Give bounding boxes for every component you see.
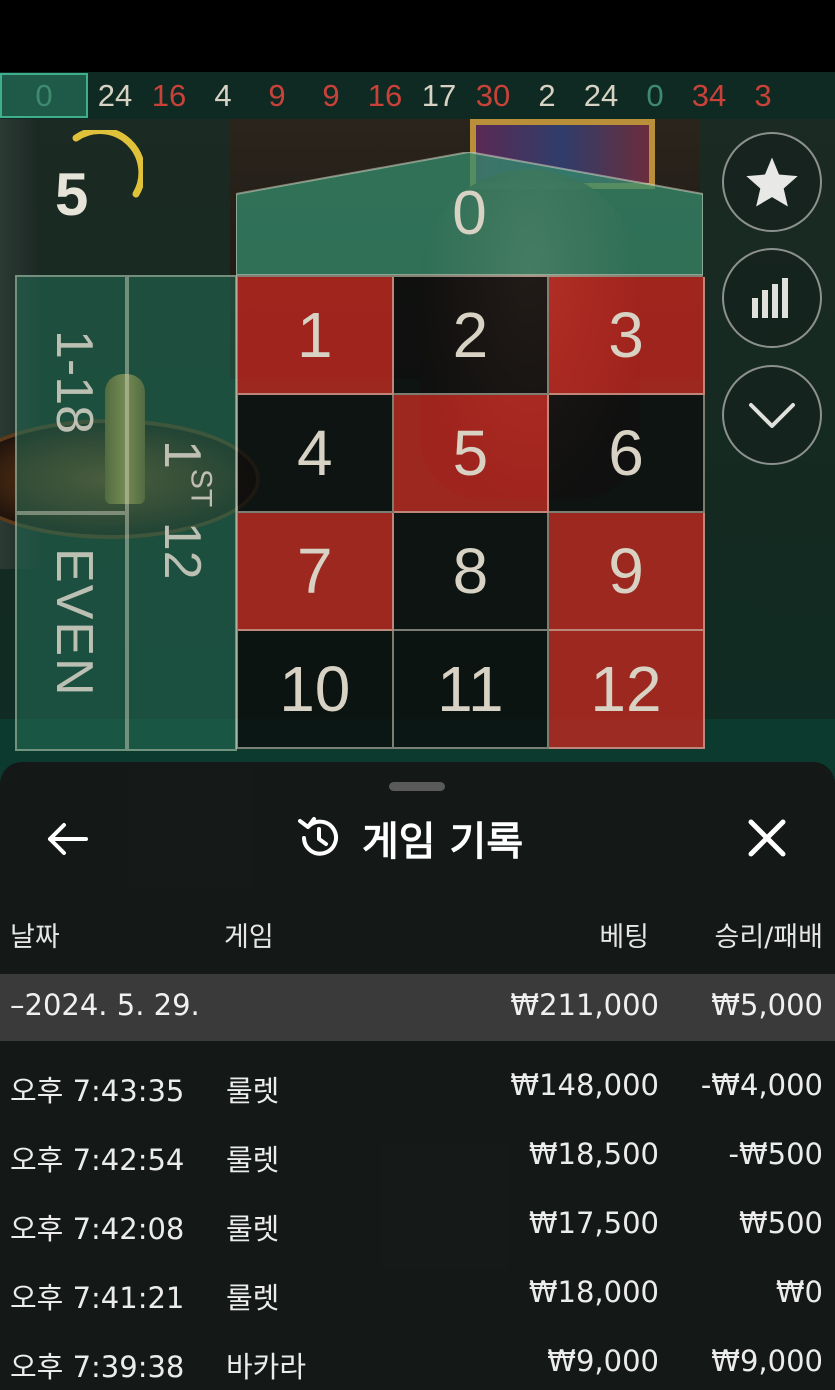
result-item: 0 [0, 73, 88, 118]
history-row[interactable]: 오후 7:42:54 룰렛 ₩18,500 -₩500 [0, 1121, 835, 1190]
row-game: 룰렛 [226, 1074, 280, 1108]
result-item: 0 [646, 77, 664, 113]
history-icon [298, 817, 338, 856]
statistics-button[interactable] [722, 248, 822, 348]
result-item: 24 [97, 77, 133, 113]
date-group-row[interactable]: –2024. 5. 29. ₩211,000 ₩5,000 [0, 974, 835, 1041]
row-time: 오후 7:42:54 [10, 1143, 185, 1177]
bet-number-cell[interactable]: 11 [393, 631, 550, 749]
favorites-button[interactable] [722, 132, 822, 232]
bet-even-label: EVEN [45, 548, 103, 698]
countdown-timer: 5 [55, 161, 89, 228]
row-time: 오후 7:39:38 [10, 1350, 185, 1384]
column-header-date: 날짜 [10, 922, 60, 953]
bet-number-cell[interactable]: 10 [238, 631, 394, 749]
row-winloss: -₩4,000 [700, 1068, 823, 1102]
row-game: 룰렛 [226, 1281, 280, 1315]
chevron-down-icon [749, 403, 795, 428]
date-group-winloss: ₩5,000 [711, 988, 823, 1022]
date-group-label: –2024. 5. 29. [10, 988, 200, 1022]
row-bet: ₩17,500 [528, 1206, 659, 1240]
bet-number-cell[interactable]: 2 [393, 277, 550, 395]
row-winloss: ₩500 [738, 1206, 823, 1240]
recent-results-strip: 0 24 16 4 9 9 16 17 30 2 24 0 34 3 [0, 72, 835, 119]
history-row[interactable]: 오후 7:42:08 룰렛 ₩17,500 ₩500 [0, 1190, 835, 1259]
history-row[interactable]: 오후 7:39:38 바카라 ₩9,000 ₩9,000 [0, 1328, 835, 1390]
date-group-bet: ₩211,000 [510, 988, 659, 1022]
row-game: 룰렛 [226, 1212, 280, 1246]
column-header-winloss: 승리/패배 [714, 922, 823, 953]
bet-number-cell[interactable]: 5 [393, 395, 550, 513]
row-winloss: ₩0 [775, 1275, 823, 1309]
star-icon [746, 157, 798, 207]
result-item: 24 [583, 77, 619, 113]
column-header-bet: 베팅 [599, 922, 649, 953]
bet-number-cell[interactable]: 7 [238, 513, 394, 631]
row-winloss: ₩9,000 [711, 1344, 823, 1378]
close-icon [748, 819, 786, 857]
history-row[interactable]: 오후 7:43:35 룰렛 ₩148,000 -₩4,000 [0, 1052, 835, 1121]
result-item: 30 [475, 77, 511, 113]
bet-number-cell[interactable]: 12 [549, 631, 705, 749]
arrow-left-icon [48, 823, 88, 855]
bet-number-cell[interactable]: 1 [238, 277, 394, 395]
row-bet: ₩148,000 [510, 1068, 659, 1102]
bet-number-cell[interactable]: 6 [549, 395, 705, 513]
panel-title: 게임 기록 [362, 819, 524, 865]
bet-number-cell[interactable]: 8 [393, 513, 550, 631]
result-item: 16 [151, 77, 187, 113]
row-time: 오후 7:41:21 [10, 1281, 185, 1315]
result-item: 17 [421, 77, 457, 113]
bar-chart-icon [752, 278, 788, 318]
result-item: 2 [538, 77, 556, 113]
bet-number-cell[interactable]: 3 [549, 277, 705, 395]
bet-number-cell[interactable]: 9 [549, 513, 705, 631]
result-item: 16 [367, 77, 403, 113]
row-time: 오후 7:42:08 [10, 1212, 185, 1246]
close-button[interactable] [742, 813, 792, 863]
column-header-game: 게임 [224, 922, 274, 953]
panel-header: 게임 기록 [296, 810, 523, 866]
result-item: 9 [322, 77, 340, 113]
number-grid: 1 2 3 4 5 6 7 8 9 10 11 12 [236, 275, 705, 749]
result-item: 34 [691, 77, 727, 113]
drag-handle[interactable] [389, 782, 445, 791]
collapse-button[interactable] [722, 365, 822, 465]
row-bet: ₩9,000 [547, 1344, 659, 1378]
result-item: 3 [754, 77, 772, 113]
row-game: 바카라 [226, 1350, 307, 1384]
result-item: 9 [268, 77, 286, 113]
bet-zero-label: 0 [452, 179, 487, 248]
game-history-panel: 게임 기록 날짜 게임 베팅 승리/패배 –2024. 5. 29. ₩211,… [0, 762, 835, 1390]
row-time: 오후 7:43:35 [10, 1074, 185, 1108]
bet-1-18-label: 1-18 [45, 330, 103, 435]
row-winloss: -₩500 [728, 1137, 824, 1171]
bet-1st-dozen-label: 1ST 12 [153, 440, 218, 580]
history-row[interactable]: 오후 7:41:21 룰렛 ₩18,000 ₩0 [0, 1259, 835, 1328]
row-game: 룰렛 [226, 1143, 280, 1177]
bet-number-cell[interactable]: 4 [238, 395, 394, 513]
status-bar [0, 0, 835, 72]
row-bet: ₩18,500 [528, 1137, 659, 1171]
row-bet: ₩18,000 [528, 1275, 659, 1309]
result-item: 4 [214, 77, 232, 113]
back-button[interactable] [44, 815, 92, 863]
